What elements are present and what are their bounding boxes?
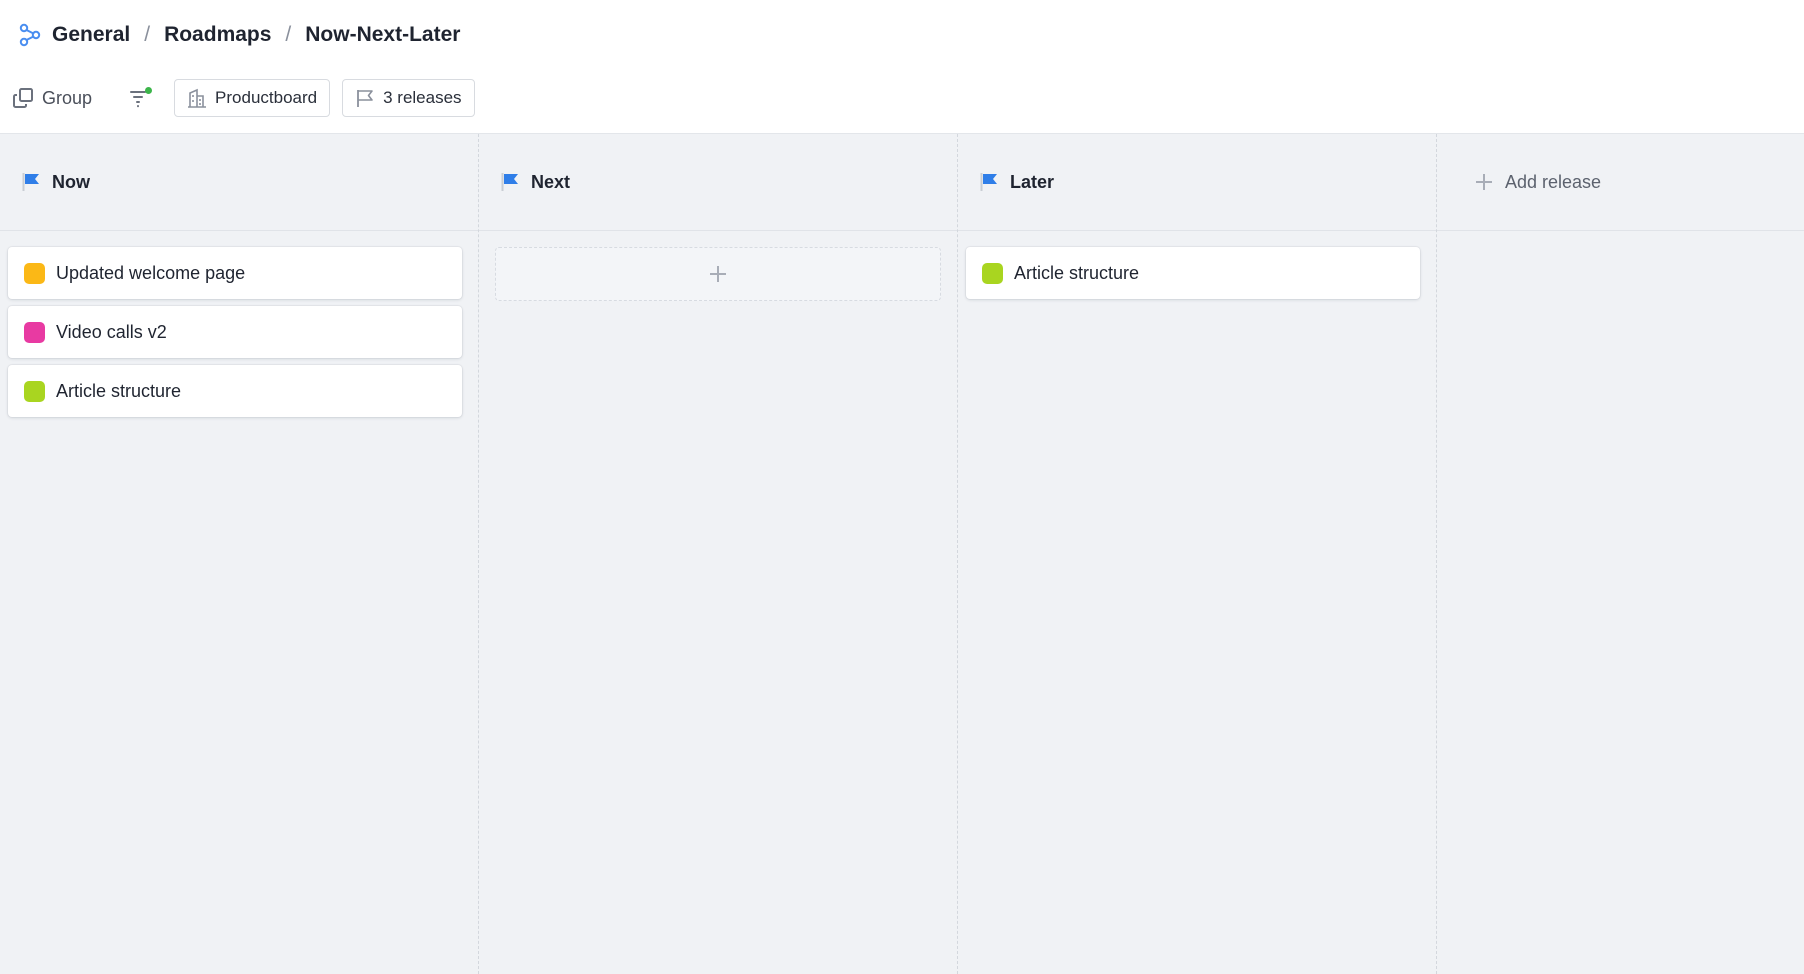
feature-card-label: Article structure xyxy=(1014,262,1140,283)
workspace-label: Productboard xyxy=(215,88,318,107)
plus-icon xyxy=(710,266,726,282)
flag-outline-icon xyxy=(357,90,373,107)
column-title: Later xyxy=(1010,171,1055,192)
building-icon xyxy=(188,88,207,108)
column-title: Next xyxy=(531,171,571,192)
group-label: Group xyxy=(42,87,93,108)
add-release-label: Add release xyxy=(1505,171,1602,192)
add-card-button[interactable] xyxy=(495,247,941,301)
plus-icon xyxy=(1475,173,1493,191)
column-header[interactable]: Next xyxy=(479,134,957,231)
feature-color-swatch xyxy=(982,262,1003,284)
add-release-column: Add release xyxy=(1437,134,1804,974)
feature-card-label: Article structure xyxy=(56,380,182,401)
roadmap-board: Now Updated welcome page Video calls v2 … xyxy=(0,134,1804,974)
feature-card-label: Video calls v2 xyxy=(56,321,167,342)
card-list: Updated welcome page Video calls v2 Arti… xyxy=(0,231,478,417)
releases-label: 3 releases xyxy=(383,88,462,107)
filter-button[interactable] xyxy=(126,85,153,111)
feature-color-swatch xyxy=(24,262,45,284)
column-header[interactable]: Later xyxy=(958,134,1436,231)
feature-color-swatch xyxy=(24,321,45,343)
feature-card[interactable]: Video calls v2 xyxy=(8,306,462,358)
release-flag-icon xyxy=(22,172,40,192)
feature-color-swatch xyxy=(24,380,45,402)
feature-card[interactable]: Updated welcome page xyxy=(8,247,462,299)
breadcrumb-roadmaps[interactable]: Roadmaps xyxy=(164,23,271,47)
column-header[interactable]: Now xyxy=(0,134,478,231)
breadcrumb-separator: / xyxy=(144,23,151,46)
group-button[interactable]: Group xyxy=(12,87,92,109)
toolbar: Group Productboard 3 releases xyxy=(12,78,475,118)
releases-button[interactable]: 3 releases xyxy=(342,79,475,117)
release-column-now: Now Updated welcome page Video calls v2 … xyxy=(0,134,479,974)
release-column-later: Later Article structure xyxy=(958,134,1437,974)
workspace-button[interactable]: Productboard xyxy=(174,79,331,117)
filter-active-indicator xyxy=(145,87,153,94)
breadcrumb-separator: / xyxy=(285,23,292,46)
release-flag-icon xyxy=(980,172,998,192)
feature-card[interactable]: Article structure xyxy=(966,247,1420,299)
card-list: Article structure xyxy=(958,231,1436,299)
hierarchy-icon xyxy=(18,23,42,47)
add-release-button[interactable]: Add release xyxy=(1437,134,1804,231)
group-icon xyxy=(13,88,33,108)
breadcrumb: General / Roadmaps / Now-Next-Later xyxy=(18,20,460,50)
breadcrumb-general[interactable]: General xyxy=(52,23,130,47)
release-column-next: Next xyxy=(479,134,958,974)
feature-card[interactable]: Article structure xyxy=(8,365,462,417)
column-title: Now xyxy=(52,171,90,192)
feature-card-label: Updated welcome page xyxy=(56,262,246,283)
breadcrumb-current: Now-Next-Later xyxy=(305,23,461,46)
page-header: General / Roadmaps / Now-Next-Later Grou… xyxy=(0,0,1804,134)
release-flag-icon xyxy=(501,172,519,192)
